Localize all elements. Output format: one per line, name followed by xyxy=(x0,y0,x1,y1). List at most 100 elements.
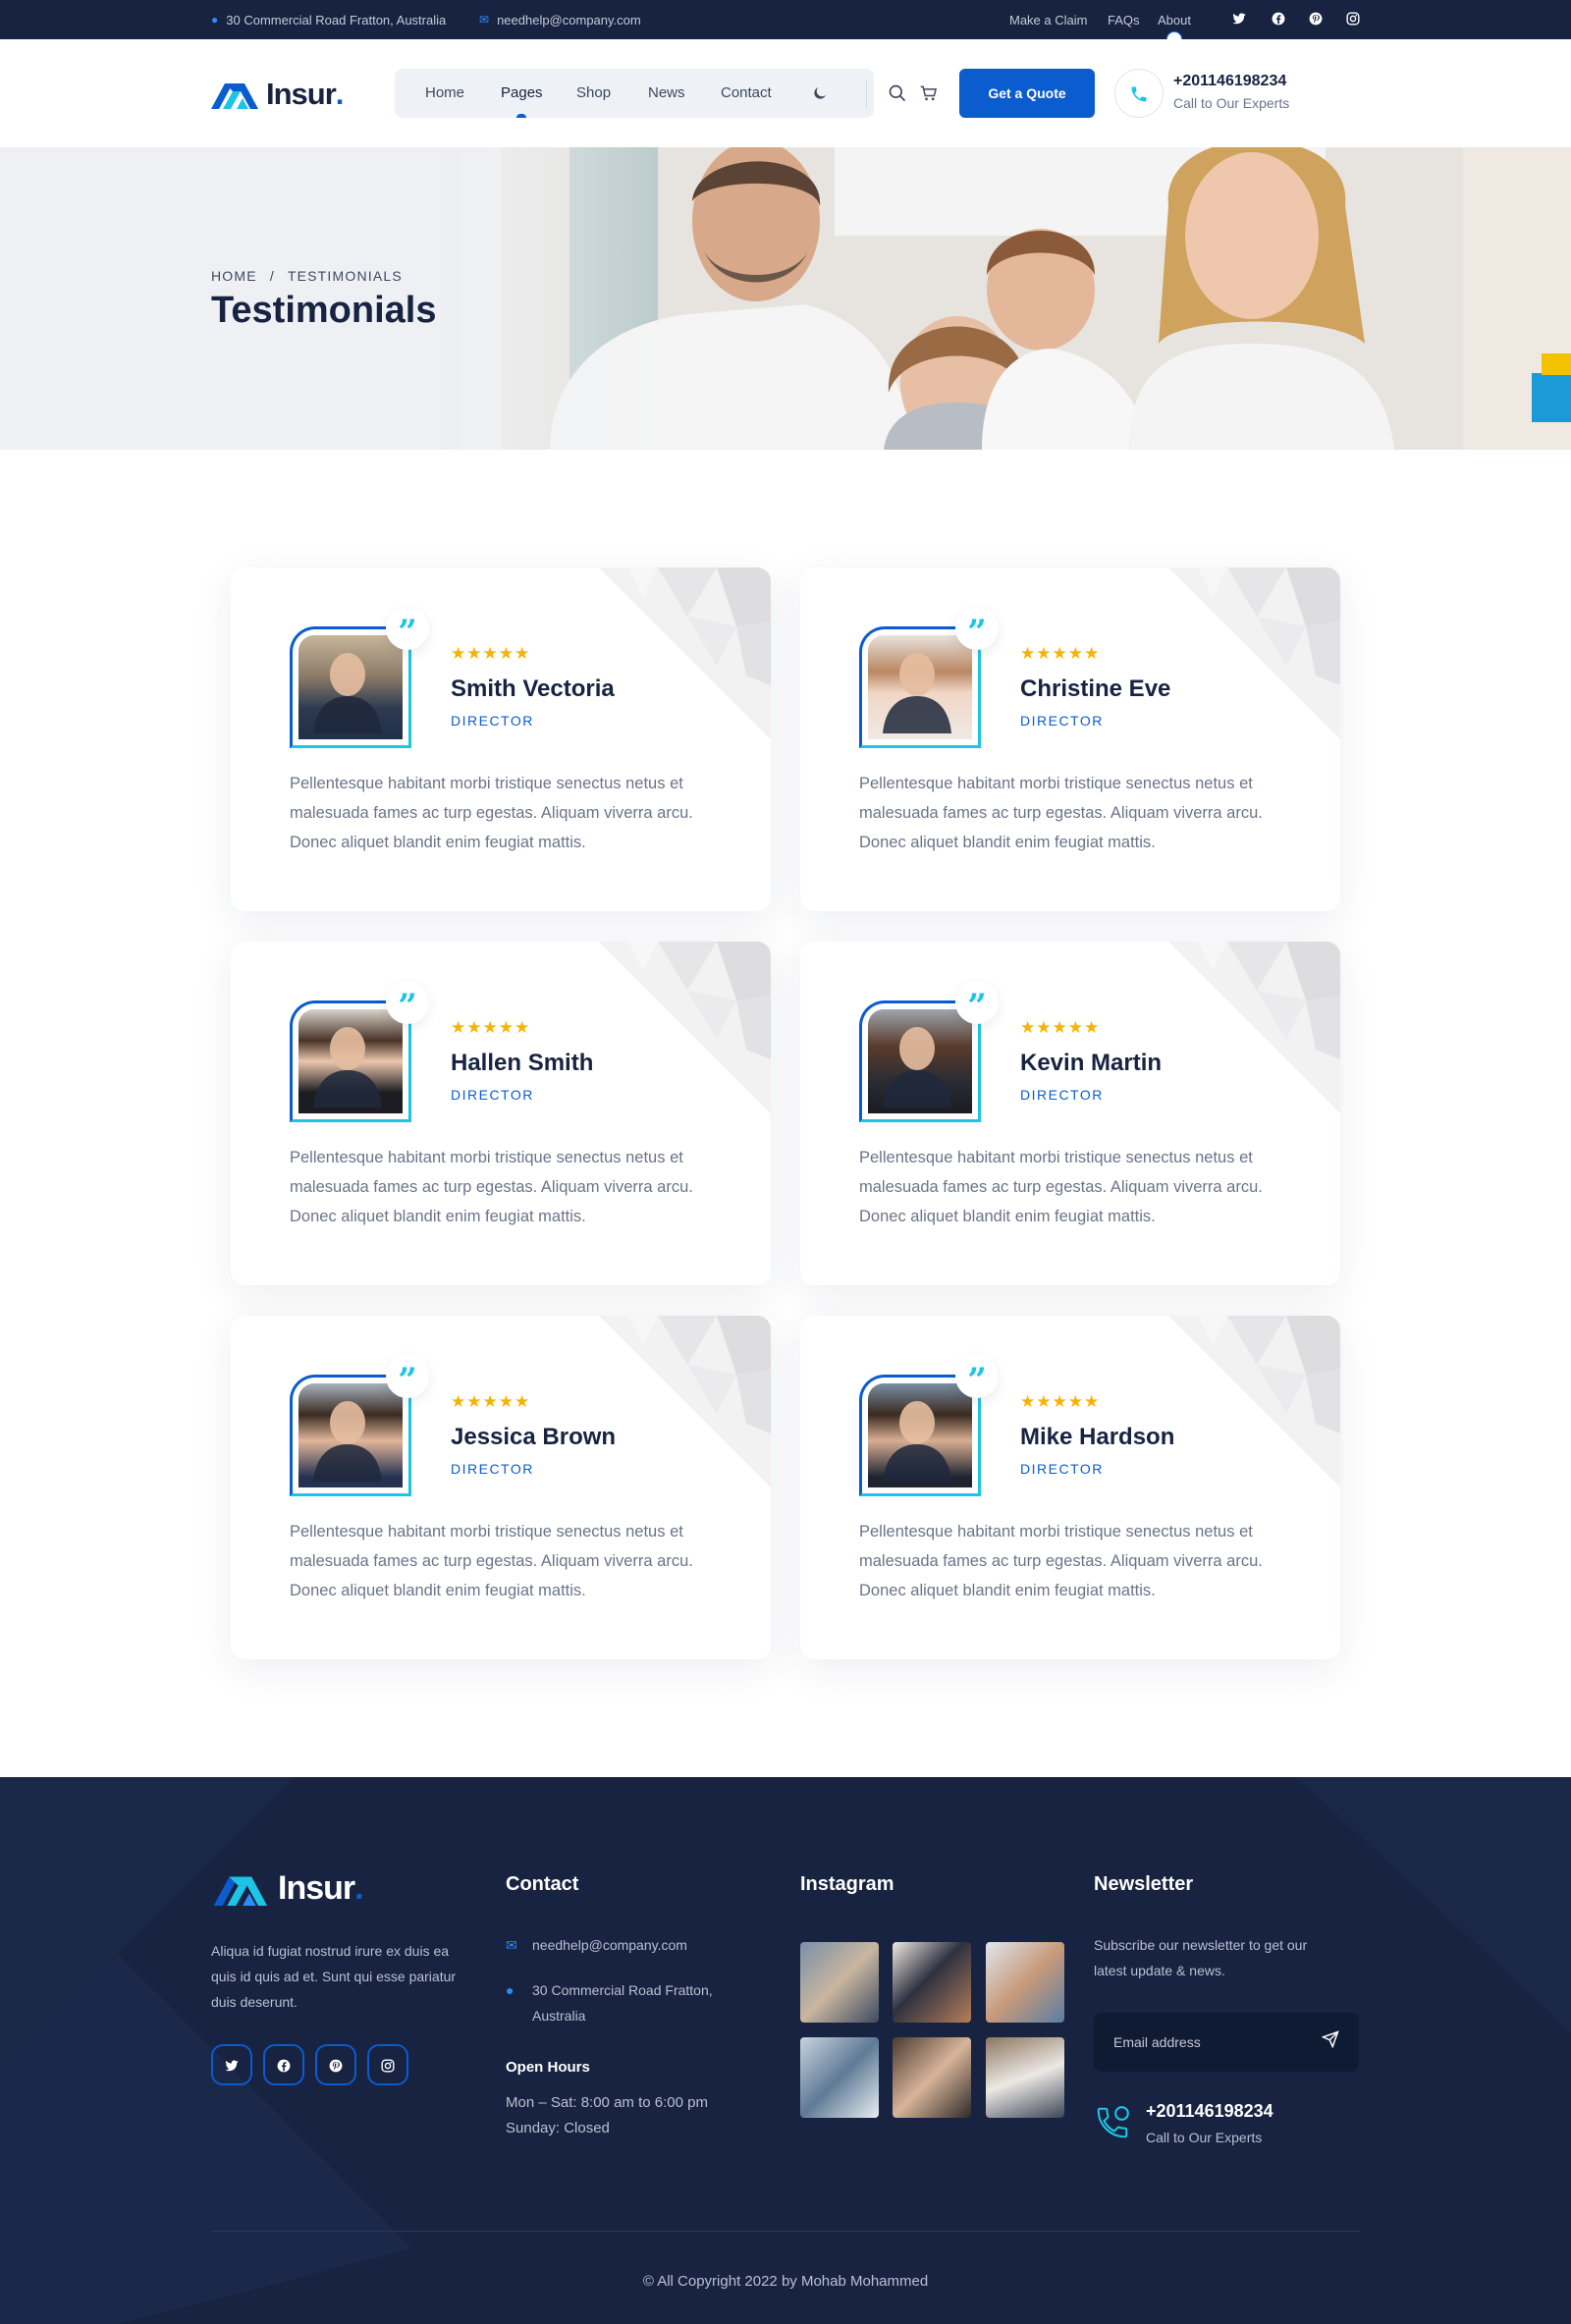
page-hero: HOME / TESTIMONIALS Testimonials xyxy=(0,147,1571,450)
footer-newsletter-text: Subscribe our newsletter to get our late… xyxy=(1094,1937,1308,1978)
testimonial-card: ” ★★★★★ Smith Vectoria DIRECTOR Pellentesque… xyxy=(231,567,771,911)
card-decor-pattern xyxy=(1168,1316,1340,1487)
nav-item-shop[interactable]: Shop xyxy=(576,69,611,118)
nav-item-home[interactable]: Home xyxy=(425,69,464,118)
quote-icon: ” xyxy=(955,607,999,652)
email-placeholder: Email address xyxy=(1113,2034,1201,2050)
instagram-thumb[interactable] xyxy=(986,2037,1064,2118)
logo-text: Insur xyxy=(266,77,337,111)
quote-icon: ” xyxy=(386,981,429,1026)
main-nav: Home Pages Shop News Contact xyxy=(395,69,938,118)
footer-facebook-button[interactable] xyxy=(263,2044,304,2085)
moon-icon xyxy=(814,87,826,99)
pinterest-icon[interactable] xyxy=(1308,12,1324,27)
testimonial-card: ” ★★★★★ Jessica Brown DIRECTOR Pellentesque … xyxy=(231,1316,771,1659)
testimonial-name: Mike Hardson xyxy=(1020,1424,1175,1450)
logo-mark-icon xyxy=(211,83,258,109)
testimonial-name: Smith Vectoria xyxy=(451,676,615,702)
testimonial-text: Pellentesque habitant morbi tristique se… xyxy=(290,1523,693,1599)
footer-logo[interactable]: Insur. xyxy=(211,1869,364,1908)
card-decor-pattern xyxy=(599,567,771,739)
nav-item-news[interactable]: News xyxy=(648,69,685,118)
site-logo[interactable]: Insur. xyxy=(211,77,345,112)
breadcrumb-home[interactable]: HOME xyxy=(211,268,257,284)
quote-icon: ” xyxy=(955,1355,999,1400)
dark-mode-toggle[interactable] xyxy=(812,69,832,118)
mail-icon: ✉ xyxy=(506,1937,517,1953)
footer-instagram-title: Instagram xyxy=(800,1873,894,1895)
testimonial-card: ” ★★★★★ Mike Hardson DIRECTOR Pellentesque h… xyxy=(800,1316,1340,1659)
cart-icon xyxy=(920,85,938,101)
footer-phone-number[interactable]: +201146198234 xyxy=(1146,2101,1273,2122)
instagram-thumb[interactable] xyxy=(800,1942,879,2023)
send-icon xyxy=(1321,2030,1339,2049)
instagram-thumb[interactable] xyxy=(800,2037,879,2118)
testimonial-text: Pellentesque habitant morbi tristique se… xyxy=(290,1149,693,1225)
breadcrumb-current: TESTIMONIALS xyxy=(287,268,403,284)
rating-stars: ★★★★★ xyxy=(1020,644,1101,663)
testimonial-role: DIRECTOR xyxy=(451,1087,534,1103)
logo-mark-icon xyxy=(213,1876,268,1906)
search-icon xyxy=(889,84,906,102)
search-button[interactable] xyxy=(888,69,909,118)
topbar-link-faqs[interactable]: FAQs xyxy=(1108,13,1140,27)
newsletter-email-input[interactable]: Email address xyxy=(1094,2013,1359,2072)
avatar xyxy=(298,635,403,739)
testimonial-role: DIRECTOR xyxy=(451,713,534,729)
avatar xyxy=(298,1383,403,1487)
instagram-icon[interactable] xyxy=(1345,12,1361,27)
rating-stars: ★★★★★ xyxy=(1020,1392,1101,1411)
location-pin-icon: ● xyxy=(211,13,219,27)
topbar-link-make-a-claim[interactable]: Make a Claim xyxy=(1009,13,1087,27)
get-a-quote-button[interactable]: Get a Quote xyxy=(959,69,1095,118)
card-decor-pattern xyxy=(1168,567,1340,739)
testimonial-text: Pellentesque habitant morbi tristique se… xyxy=(859,1149,1263,1225)
testimonial-text: Pellentesque habitant morbi tristique se… xyxy=(859,775,1263,851)
nav-item-contact[interactable]: Contact xyxy=(721,69,772,118)
top-bar: ● 30 Commercial Road Fratton, Australia … xyxy=(0,0,1571,47)
testimonial-text: Pellentesque habitant morbi tristique se… xyxy=(290,775,693,851)
testimonial-role: DIRECTOR xyxy=(1020,1087,1104,1103)
testimonial-role: DIRECTOR xyxy=(1020,713,1104,729)
header-phone-number[interactable]: +201146198234 xyxy=(1173,73,1286,90)
footer-hours-sunday: Sunday: Closed xyxy=(506,2120,610,2136)
instagram-thumb[interactable] xyxy=(986,1942,1064,2023)
instagram-thumb[interactable] xyxy=(893,1942,971,2023)
footer-hours-weekday: Mon – Sat: 8:00 am to 6:00 pm xyxy=(506,2094,708,2111)
topbar-link-about[interactable]: About xyxy=(1158,13,1191,27)
facebook-icon[interactable] xyxy=(1271,12,1286,27)
nav-item-pages[interactable]: Pages xyxy=(501,69,543,118)
phone-icon xyxy=(1114,69,1164,118)
cart-button[interactable] xyxy=(919,69,941,118)
topbar-email[interactable]: ✉ needhelp@company.com xyxy=(479,0,641,39)
card-decor-pattern xyxy=(599,1316,771,1487)
pinterest-icon xyxy=(329,2059,343,2073)
testimonial-role: DIRECTOR xyxy=(451,1461,534,1477)
card-decor-pattern xyxy=(1168,942,1340,1113)
footer-instagram-button[interactable] xyxy=(367,2044,408,2085)
twitter-icon[interactable] xyxy=(1231,12,1247,27)
instagram-icon xyxy=(381,2059,395,2073)
avatar xyxy=(868,1383,972,1487)
card-decor-pattern xyxy=(599,942,771,1113)
quote-icon: ” xyxy=(386,1355,429,1400)
rating-stars: ★★★★★ xyxy=(451,644,531,663)
footer-contact-email[interactable]: needhelp@company.com xyxy=(532,1932,687,1958)
send-button[interactable] xyxy=(1321,2030,1339,2053)
footer-pinterest-button[interactable] xyxy=(315,2044,356,2085)
testimonial-text: Pellentesque habitant morbi tristique se… xyxy=(859,1523,1263,1599)
logo-dot: . xyxy=(335,77,345,111)
header-phone-caption: Call to Our Experts xyxy=(1173,95,1290,111)
testimonial-name: Kevin Martin xyxy=(1020,1050,1163,1076)
testimonial-role: DIRECTOR xyxy=(1020,1461,1104,1477)
testimonial-card: ” ★★★★★ Hallen Smith DIRECTOR Pellentesque h… xyxy=(231,942,771,1285)
nav-divider xyxy=(866,79,867,108)
topbar-address: ● 30 Commercial Road Fratton, Australia xyxy=(211,12,447,27)
instagram-thumb[interactable] xyxy=(893,2037,971,2118)
quote-icon: ” xyxy=(386,607,429,652)
footer-hours-title: Open Hours xyxy=(506,2059,590,2076)
footer-twitter-button[interactable] xyxy=(211,2044,252,2085)
rating-stars: ★★★★★ xyxy=(451,1018,531,1037)
footer-logo-dot: . xyxy=(354,1869,364,1907)
footer-contact-title: Contact xyxy=(506,1873,579,1895)
